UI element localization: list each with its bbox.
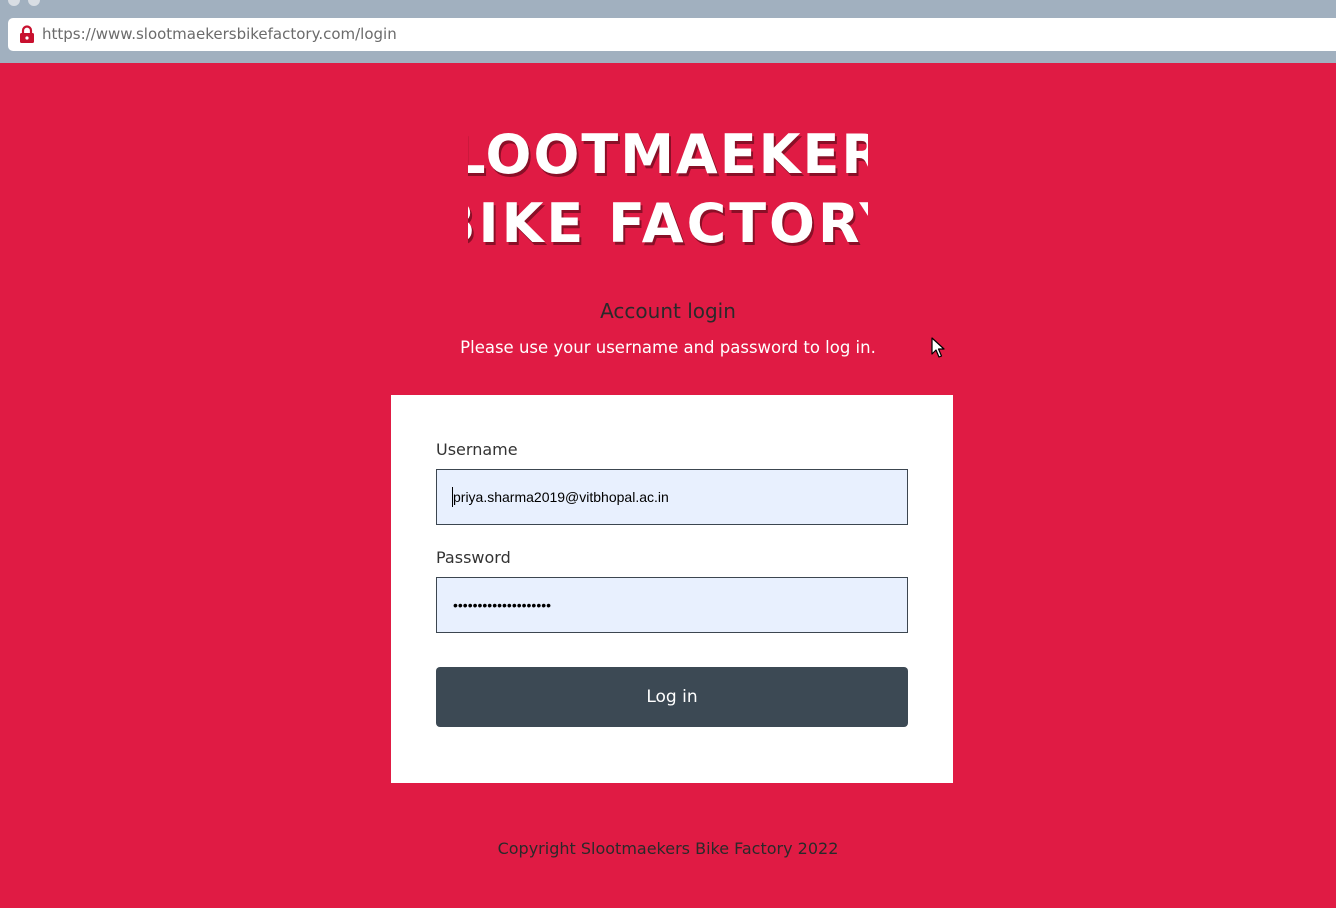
window-minimize-dot[interactable]: [28, 0, 40, 6]
login-button[interactable]: Log in: [436, 667, 908, 727]
login-page: SLOOTMAEKERS SLOOTMAEKERS BIKE FACTORY B…: [0, 63, 1336, 908]
window-controls: [8, 0, 40, 6]
address-url[interactable]: https://www.slootmaekersbikefactory.com/…: [42, 18, 397, 51]
brand-logo: SLOOTMAEKERS SLOOTMAEKERS BIKE FACTORY B…: [468, 123, 868, 251]
window-close-dot[interactable]: [8, 0, 20, 6]
browser-toolbar: https://www.slootmaekersbikefactory.com/…: [0, 0, 1336, 63]
page-title: Account login: [600, 299, 736, 323]
password-input[interactable]: [436, 577, 908, 633]
username-label: Username: [436, 440, 518, 459]
password-label: Password: [436, 548, 511, 567]
login-form: Username Password Log in: [391, 395, 953, 783]
login-instructions: Please use your username and password to…: [460, 338, 876, 357]
text-caret: [452, 487, 453, 507]
logo-line2: BIKE FACTORY: [468, 192, 868, 251]
username-input[interactable]: [436, 469, 908, 525]
cursor-icon: [931, 337, 945, 358]
logo-line1: SLOOTMAEKERS: [468, 123, 868, 186]
footer-copyright: Copyright Slootmaekers Bike Factory 2022: [497, 839, 839, 858]
lock-icon[interactable]: [19, 25, 35, 43]
address-bar[interactable]: https://www.slootmaekersbikefactory.com/…: [8, 18, 1336, 51]
